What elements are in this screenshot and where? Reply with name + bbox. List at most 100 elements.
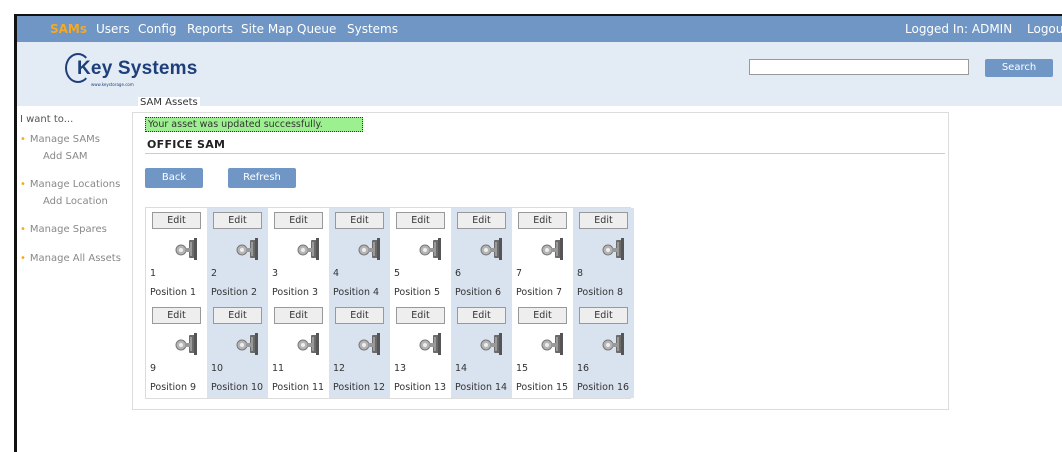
sidebar-item-label: Manage SAMs [29, 134, 101, 145]
position-number: 8 [577, 268, 584, 279]
edit-button[interactable]: Edit [579, 212, 628, 229]
edit-button[interactable]: Edit [152, 212, 201, 229]
edit-button[interactable]: Edit [518, 212, 567, 229]
position-label: Position 7 [516, 287, 563, 298]
key-icon[interactable] [356, 238, 384, 260]
refresh-button[interactable]: Refresh [228, 168, 296, 188]
key-icon[interactable] [234, 238, 262, 260]
sidebar-item-manage-spares[interactable]: • Manage Spares [20, 224, 107, 235]
sidebar-item-add-sam[interactable]: Add SAM [43, 151, 88, 162]
position-number: 4 [333, 268, 340, 279]
key-icon[interactable] [173, 238, 201, 260]
key-icon[interactable] [234, 333, 262, 355]
sidebar-item-add-location[interactable]: Add Location [43, 196, 108, 207]
position-cell: Edit 9 Position 9 [146, 303, 207, 398]
key-icon[interactable] [600, 238, 628, 260]
divider [145, 153, 945, 154]
nav-users[interactable]: Users [96, 22, 130, 36]
position-cell: Edit 10 Position 10 [207, 303, 268, 398]
sidebar-item-manage-sams[interactable]: • Manage SAMs [20, 134, 100, 145]
position-number: 13 [394, 363, 407, 374]
position-number: 3 [272, 268, 279, 279]
logo-url: www.keystorage.com [91, 82, 134, 87]
key-icon[interactable] [295, 238, 323, 260]
edit-button[interactable]: Edit [457, 212, 506, 229]
position-number: 7 [516, 268, 523, 279]
key-icon[interactable] [417, 238, 445, 260]
position-label: Position 16 [577, 382, 630, 393]
position-label: Position 13 [394, 382, 447, 393]
position-number: 6 [455, 268, 462, 279]
key-icon[interactable] [478, 333, 506, 355]
nav-site-map[interactable]: Site Map [241, 22, 293, 36]
position-number: 9 [150, 363, 157, 374]
edit-button[interactable]: Edit [213, 307, 262, 324]
sidebar-item-label: Manage Locations [29, 179, 121, 190]
sidebar-item-label: Manage All Assets [29, 253, 121, 264]
edit-button[interactable]: Edit [274, 307, 323, 324]
position-label: Position 4 [333, 287, 380, 298]
nav-queue[interactable]: Queue [297, 22, 336, 36]
key-icon[interactable] [417, 333, 445, 355]
position-label: Position 12 [333, 382, 386, 393]
edit-button[interactable]: Edit [579, 307, 628, 324]
position-number: 12 [333, 363, 346, 374]
position-label: Position 3 [272, 287, 319, 298]
nav-reports[interactable]: Reports [187, 22, 233, 36]
position-cell: Edit 8 Position 8 [573, 208, 634, 303]
success-message: Your asset was updated successfully. [145, 117, 363, 132]
position-cell: Edit 16 Position 16 [573, 303, 634, 398]
position-number: 1 [150, 268, 157, 279]
position-label: Position 6 [455, 287, 502, 298]
nav-systems[interactable]: Systems [347, 22, 398, 36]
edit-button[interactable]: Edit [335, 212, 384, 229]
position-cell: Edit 15 Position 15 [512, 303, 573, 398]
key-icon[interactable] [356, 333, 384, 355]
position-cell: Edit 7 Position 7 [512, 208, 573, 303]
position-label: Position 2 [211, 287, 258, 298]
bullet-icon: • [20, 179, 26, 190]
key-icon[interactable] [173, 333, 201, 355]
back-button[interactable]: Back [145, 168, 203, 188]
position-label: Position 9 [150, 382, 197, 393]
edit-button[interactable]: Edit [518, 307, 567, 324]
panel-legend: SAM Assets [138, 97, 200, 108]
edit-button[interactable]: Edit [457, 307, 506, 324]
logout-link[interactable]: Logout [1027, 22, 1062, 36]
sidebar-item-manage-locations[interactable]: • Manage Locations [20, 179, 120, 190]
position-number: 15 [516, 363, 529, 374]
position-number: 16 [577, 363, 590, 374]
edit-button[interactable]: Edit [335, 307, 384, 324]
window-frame-top [0, 0, 1062, 14]
bullet-icon: • [20, 253, 26, 264]
key-systems-logo[interactable]: Key Systems www.keystorage.com [65, 53, 225, 94]
logo-text: Key Systems [77, 58, 198, 79]
position-cell: Edit 6 Position 6 [451, 208, 512, 303]
edit-button[interactable]: Edit [213, 212, 262, 229]
search-input[interactable] [749, 59, 969, 75]
position-cell: Edit 13 Position 13 [390, 303, 451, 398]
key-icon[interactable] [539, 333, 567, 355]
edit-button[interactable]: Edit [274, 212, 323, 229]
position-number: 5 [394, 268, 401, 279]
position-cell: Edit 4 Position 4 [329, 208, 390, 303]
position-cell: Edit 14 Position 14 [451, 303, 512, 398]
nav-sams[interactable]: SAMs [50, 22, 87, 36]
position-label: Position 11 [272, 382, 325, 393]
position-number: 14 [455, 363, 468, 374]
position-cell: Edit 3 Position 3 [268, 208, 329, 303]
position-number: 10 [211, 363, 224, 374]
edit-button[interactable]: Edit [152, 307, 201, 324]
sidebar-item-manage-all-assets[interactable]: • Manage All Assets [20, 253, 121, 264]
edit-button[interactable]: Edit [396, 212, 445, 229]
key-icon[interactable] [295, 333, 323, 355]
position-cell: Edit 12 Position 12 [329, 303, 390, 398]
edit-button[interactable]: Edit [396, 307, 445, 324]
position-number: 11 [272, 363, 285, 374]
search-button[interactable]: Search [985, 59, 1053, 77]
nav-config[interactable]: Config [138, 22, 177, 36]
position-cell: Edit 2 Position 2 [207, 208, 268, 303]
key-icon[interactable] [600, 333, 628, 355]
key-icon[interactable] [539, 238, 567, 260]
key-icon[interactable] [478, 238, 506, 260]
